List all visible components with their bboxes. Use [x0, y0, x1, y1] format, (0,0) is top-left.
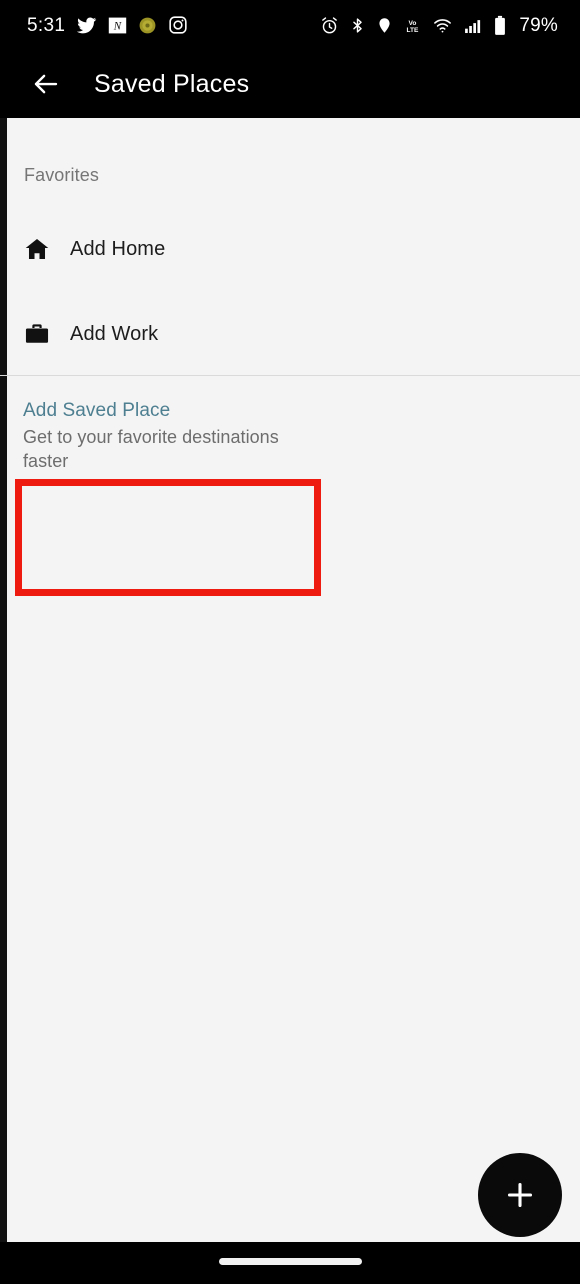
home-icon: [23, 235, 51, 263]
system-nav-bar: [0, 1242, 580, 1284]
highlight-annotation-box: [15, 479, 321, 596]
twitter-icon: [76, 15, 97, 36]
add-fab-button[interactable]: [478, 1153, 562, 1237]
svg-text:N: N: [113, 20, 122, 32]
back-button[interactable]: [24, 62, 68, 106]
olive-badge-icon: [138, 16, 157, 35]
add-saved-place-title[interactable]: Add Saved Place: [23, 398, 323, 423]
location-pin-icon: [376, 16, 393, 35]
add-saved-place-subtitle: Get to your favorite destinations faster: [23, 427, 279, 471]
section-header-favorites: Favorites: [24, 165, 99, 185]
alarm-icon: [320, 16, 339, 35]
bluetooth-icon: [349, 17, 366, 34]
wifi-icon: [432, 16, 453, 35]
volte-icon: Vo LTE: [403, 16, 422, 35]
list-divider: [0, 375, 580, 376]
battery-icon: [493, 15, 507, 36]
svg-text:LTE: LTE: [407, 27, 420, 34]
back-arrow-icon: [34, 74, 58, 94]
status-bar: 5:31 N Vo LTE 79%: [0, 0, 580, 50]
cellular-signal-icon: [463, 16, 483, 35]
screen-edge-strip: [0, 118, 7, 1242]
home-indicator[interactable]: [219, 1258, 362, 1265]
instagram-icon: [168, 15, 188, 35]
status-bar-left-group: 5:31 N: [27, 15, 188, 36]
list-item-add-work-label: Add Work: [70, 322, 159, 345]
list-item-add-work[interactable]: Add Work: [0, 306, 580, 362]
battery-percent-label: 79%: [519, 14, 558, 36]
work-briefcase-icon: [23, 320, 51, 348]
phone-screen: 5:31 N Vo LTE 79% Saved Places Favorites…: [0, 0, 580, 1284]
plus-icon: [507, 1182, 533, 1208]
list-item-add-home[interactable]: Add Home: [0, 221, 580, 277]
news-app-icon: N: [108, 16, 127, 35]
list-item-add-home-label: Add Home: [70, 237, 166, 260]
app-bar: Saved Places: [0, 50, 580, 118]
status-time: 5:31: [27, 14, 66, 36]
status-bar-right-group: Vo LTE 79%: [320, 15, 558, 36]
page-title: Saved Places: [94, 69, 250, 98]
svg-text:Vo: Vo: [409, 19, 417, 26]
content-area: Favorites Add Home Add Work Add Saved Pl…: [0, 118, 580, 1242]
list-item-add-saved-place[interactable]: Add Saved Place Get to your favorite des…: [23, 398, 323, 473]
